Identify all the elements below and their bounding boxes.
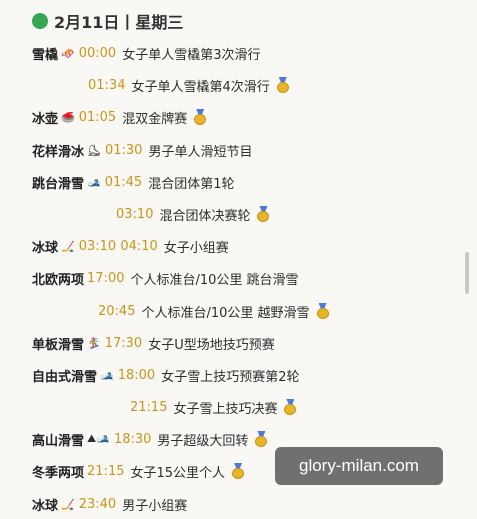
schedule-row: 03:10 混合团体决赛轮	[116, 204, 270, 224]
schedule-row: 冰壶 🥌 01:05 混双金牌赛	[32, 107, 207, 127]
sport-icon: 🥌	[61, 110, 75, 124]
schedule-row: 北欧两项 17:00 个人标准台/10公里 跳台滑雪	[32, 268, 299, 288]
event-time: 18:00	[117, 367, 156, 383]
gold-medal-icon	[193, 109, 207, 125]
event-name: 个人标准台/10公里 越野滑雪	[141, 305, 310, 321]
gold-medal-icon	[231, 463, 245, 479]
schedule-row: 01:34 女子单人雪橇第4次滑行	[88, 75, 290, 95]
schedule-row: 跳台滑雪 🎿 01:45 混合团体第1轮	[32, 172, 234, 192]
green-circle-icon	[32, 13, 48, 29]
event-time: 03:10	[116, 206, 154, 222]
sport-name: 单板滑雪	[32, 337, 85, 353]
scrollbar[interactable]	[465, 252, 469, 294]
date-header: 2月11日丨星期三	[32, 10, 183, 32]
event-time: 17:00	[87, 270, 125, 286]
event-time: 20:45	[98, 303, 136, 319]
sport-icon: 🎿	[100, 368, 114, 382]
sport-icon: 🛷	[61, 46, 75, 60]
event-time: 01:34	[88, 77, 126, 93]
event-name: 女子15公里个人	[130, 465, 226, 481]
schedule-row: 冰球 🏒 03:10 04:10 女子小组赛	[32, 236, 229, 256]
sport-icon: ⛸	[87, 143, 101, 157]
event-name: 女子U型场地技巧预赛	[148, 337, 275, 353]
gold-medal-icon	[276, 77, 290, 93]
event-time: 03:10 04:10	[78, 238, 158, 254]
event-name: 女子小组赛	[163, 240, 229, 256]
schedule-row: 冬季两项 21:15 女子15公里个人	[32, 461, 245, 481]
event-time: 00:00	[78, 45, 117, 61]
event-name: 男子单人滑短节目	[148, 144, 253, 160]
event-name: 男子小组赛	[122, 498, 188, 514]
sport-icon: 🏂	[87, 336, 101, 350]
sport-icon: 🏒	[61, 239, 75, 253]
sport-name: 冰球	[32, 498, 59, 514]
sport-name: 跳台滑雪	[32, 176, 85, 192]
sport-name: 高山滑雪	[32, 433, 85, 449]
event-name: 女子单人雪橇第4次滑行	[131, 79, 270, 95]
gold-medal-icon	[316, 303, 330, 319]
sport-icon: ⛰🎿	[87, 432, 110, 445]
event-name: 女子雪上技巧决赛	[173, 401, 278, 417]
event-time: 01:45	[104, 174, 143, 190]
schedule-row: 雪橇 🛷 00:00 女子单人雪橇第3次滑行	[32, 43, 260, 63]
event-time: 01:30	[104, 142, 143, 158]
schedule-row: 20:45 个人标准台/10公里 越野滑雪	[98, 301, 330, 321]
event-name: 混合团体决赛轮	[159, 208, 251, 224]
event-name: 女子雪上技巧预赛第2轮	[161, 369, 300, 385]
gold-medal-icon	[256, 206, 270, 222]
sport-icon: 🎿	[87, 175, 101, 189]
event-name: 混双金牌赛	[122, 111, 188, 127]
watermark: glory-milan.com	[275, 447, 443, 485]
sport-name: 花样滑冰	[32, 144, 85, 160]
schedule-row: 高山滑雪 ⛰🎿 18:30 男子超级大回转	[32, 429, 268, 449]
schedule-row: 冰球 🏒 23:40 男子小组赛	[32, 494, 187, 514]
event-name: 男子超级大回转	[157, 433, 249, 449]
gold-medal-icon	[254, 431, 268, 447]
gold-medal-icon	[283, 399, 297, 415]
event-time: 21:15	[87, 463, 125, 479]
sport-name: 冬季两项	[32, 465, 85, 481]
event-time: 01:05	[78, 109, 117, 125]
event-time: 17:30	[104, 335, 143, 351]
event-time: 21:15	[130, 399, 168, 415]
sport-name: 雪橇	[32, 47, 59, 63]
sport-name: 自由式滑雪	[32, 369, 98, 385]
schedule-row: 单板滑雪 🏂 17:30 女子U型场地技巧预赛	[32, 333, 275, 353]
event-name: 女子单人雪橇第3次滑行	[122, 47, 261, 63]
sport-icon: 🏒	[61, 497, 75, 511]
event-time: 18:30	[113, 431, 152, 447]
event-time: 23:40	[78, 496, 117, 512]
date-title: 2月11日丨星期三	[54, 13, 184, 32]
sport-name: 冰球	[32, 240, 59, 256]
event-name: 个人标准台/10公里 跳台滑雪	[130, 272, 299, 288]
event-name: 混合团体第1轮	[148, 176, 235, 192]
schedule-row: 自由式滑雪 🎿 18:00 女子雪上技巧预赛第2轮	[32, 365, 299, 385]
schedule-row: 21:15 女子雪上技巧决赛	[130, 397, 297, 417]
sport-name: 北欧两项	[32, 272, 85, 288]
schedule-row: 花样滑冰 ⛸ 01:30 男子单人滑短节目	[32, 140, 252, 160]
sport-name: 冰壶	[32, 111, 59, 127]
